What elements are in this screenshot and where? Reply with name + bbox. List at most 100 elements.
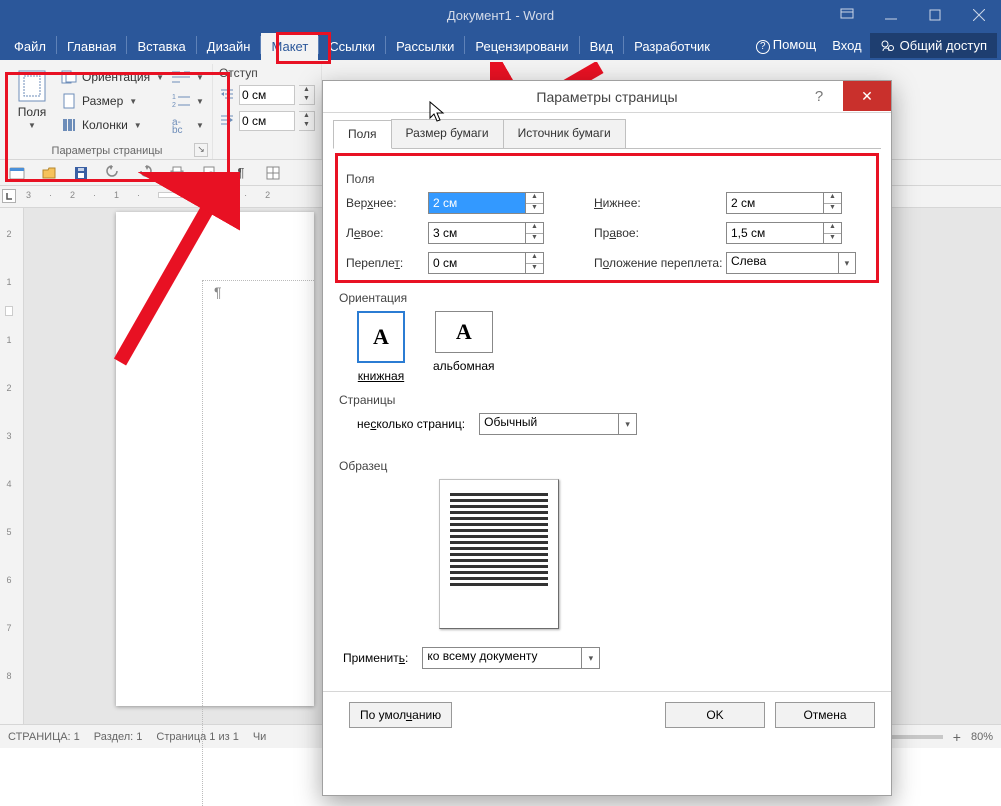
qat-redo-icon[interactable] — [136, 164, 154, 182]
indent-right-icon — [219, 113, 235, 129]
size-icon — [60, 92, 78, 110]
apply-to-label: Применить: — [343, 651, 408, 665]
dialog-close-icon[interactable]: ✕ — [843, 81, 891, 111]
qat-open-icon[interactable] — [40, 164, 58, 182]
zoom-in-button[interactable]: + — [953, 729, 961, 745]
page-setup-dialog-launcher[interactable]: ↘ — [194, 143, 208, 157]
gutter-spinner[interactable]: ▲▼ — [526, 252, 544, 274]
tab-review[interactable]: Рецензировани — [465, 33, 578, 60]
indent-right-control[interactable]: ▲▼ — [219, 108, 315, 134]
tab-layout[interactable]: Макет — [261, 33, 318, 60]
orientation-button[interactable]: Ориентация▼ — [60, 66, 164, 88]
ok-button[interactable]: OK — [665, 702, 765, 728]
preview-section-label: Образец — [339, 459, 875, 473]
paragraph-mark-icon: ¶ — [214, 284, 222, 300]
orientation-section-label: Ориентация — [339, 291, 875, 305]
margins-section-label: Поля — [346, 172, 868, 186]
bottom-margin-label: Нижнее: — [594, 196, 724, 210]
page[interactable]: ¶ — [116, 212, 314, 706]
zoom-value[interactable]: 80% — [971, 731, 993, 743]
multi-pages-label: несколько страниц: — [357, 417, 465, 431]
qat-preview-icon[interactable] — [200, 164, 218, 182]
dialog-help-icon[interactable]: ? — [799, 81, 839, 113]
dialog-titlebar[interactable]: Параметры страницы ? ✕ — [323, 81, 891, 113]
orientation-icon — [60, 68, 78, 86]
status-section[interactable]: Раздел: 1 — [94, 731, 143, 743]
line-numbers-button[interactable]: 12▼ — [170, 90, 204, 112]
gutter-pos-dd-icon[interactable]: ▾ — [839, 252, 856, 274]
dialog-tab-paper[interactable]: Размер бумаги — [391, 119, 504, 148]
default-button[interactable]: По умолчанию — [349, 702, 452, 728]
cancel-button[interactable]: Отмена — [775, 702, 875, 728]
gutter-input[interactable] — [428, 252, 526, 274]
portrait-icon: A — [357, 311, 405, 363]
landscape-icon: A — [435, 311, 493, 353]
bottom-margin-input[interactable] — [726, 192, 824, 214]
qat-table-icon[interactable] — [264, 164, 282, 182]
right-margin-label: Правое: — [594, 226, 724, 240]
status-words[interactable]: Чи — [253, 731, 266, 743]
pages-section-label: Страницы — [339, 393, 875, 407]
top-margin-input[interactable] — [428, 192, 526, 214]
indent-left-spinner[interactable]: ▲▼ — [299, 85, 315, 105]
dialog-tab-source[interactable]: Источник бумаги — [503, 119, 626, 148]
tab-references[interactable]: Ссылки — [319, 33, 385, 60]
help-button[interactable]: ?Помощ — [748, 31, 824, 60]
hyphenation-icon: a-bc — [170, 116, 192, 134]
indent-right-spinner[interactable]: ▲▼ — [299, 111, 315, 131]
qat-undo-icon[interactable] — [104, 164, 122, 182]
orientation-portrait[interactable]: A книжная — [357, 311, 405, 383]
left-margin-input[interactable] — [428, 222, 526, 244]
right-margin-input[interactable] — [726, 222, 824, 244]
breaks-icon — [170, 68, 192, 86]
tab-view[interactable]: Вид — [580, 33, 624, 60]
indent-left-control[interactable]: ▲▼ — [219, 82, 315, 108]
tab-insert[interactable]: Вставка — [127, 33, 195, 60]
columns-button[interactable]: Колонки▼ — [60, 114, 164, 136]
left-margin-label: Левое: — [346, 226, 426, 240]
right-margin-spinner[interactable]: ▲▼ — [824, 222, 842, 244]
apply-to-dd-icon[interactable]: ▾ — [582, 647, 600, 669]
bottom-margin-spinner[interactable]: ▲▼ — [824, 192, 842, 214]
gutter-pos-label: Положение переплета: — [594, 256, 724, 270]
status-page[interactable]: СТРАНИЦА: 1 — [8, 731, 80, 743]
margins-button[interactable]: Поля ▼ — [8, 64, 56, 134]
tab-selector[interactable] — [2, 189, 16, 203]
tab-developer[interactable]: Разработчик — [624, 33, 720, 60]
signin-button[interactable]: Вход — [824, 32, 869, 59]
margins-fieldset: Поля Верхнее: ▲▼ Нижнее: ▲▼ Левое: ▲▼ Пр… — [335, 153, 879, 283]
top-margin-spinner[interactable]: ▲▼ — [526, 192, 544, 214]
share-icon — [880, 39, 894, 53]
tab-home[interactable]: Главная — [57, 33, 126, 60]
tab-mailings[interactable]: Рассылки — [386, 33, 464, 60]
indent-left-input[interactable] — [239, 85, 295, 105]
hyphenation-button[interactable]: a-bc▼ — [170, 114, 204, 136]
left-margin-spinner[interactable]: ▲▼ — [526, 222, 544, 244]
title-bar: Документ1 - Word — [0, 0, 1001, 30]
ribbon-tabs: Файл Главная Вставка Дизайн Макет Ссылки… — [0, 30, 1001, 60]
gutter-pos-select[interactable]: Слева — [726, 252, 839, 274]
title-text: Документ1 - Word — [0, 8, 1001, 23]
apply-to-select[interactable]: ко всему документу — [422, 647, 582, 669]
size-button[interactable]: Размер▼ — [60, 90, 164, 112]
svg-text:2: 2 — [172, 102, 176, 109]
multi-pages-select[interactable]: Обычный — [479, 413, 619, 435]
tab-file[interactable]: Файл — [4, 33, 56, 60]
qat-explorer-icon[interactable] — [8, 164, 26, 182]
qat-toggle-marks-icon[interactable]: ¶ — [232, 164, 250, 182]
columns-icon — [60, 116, 78, 134]
indent-right-input[interactable] — [239, 111, 295, 131]
share-button[interactable]: Общий доступ — [870, 33, 997, 58]
orientation-landscape[interactable]: A альбомная — [433, 311, 495, 383]
dialog-tab-margins[interactable]: Поля — [333, 120, 392, 149]
tab-design[interactable]: Дизайн — [197, 33, 261, 60]
breaks-button[interactable]: ▼ — [170, 66, 204, 88]
qat-quickprint-icon[interactable] — [168, 164, 186, 182]
margins-icon — [16, 69, 48, 103]
vertical-ruler[interactable]: 21 12 34 56 78 — [0, 208, 24, 724]
status-page-of[interactable]: Страница 1 из 1 — [156, 731, 238, 743]
preview-thumbnail — [439, 479, 559, 629]
multi-pages-dd-icon[interactable]: ▾ — [619, 413, 637, 435]
indent-left-icon — [219, 87, 235, 103]
qat-save-icon[interactable] — [72, 164, 90, 182]
